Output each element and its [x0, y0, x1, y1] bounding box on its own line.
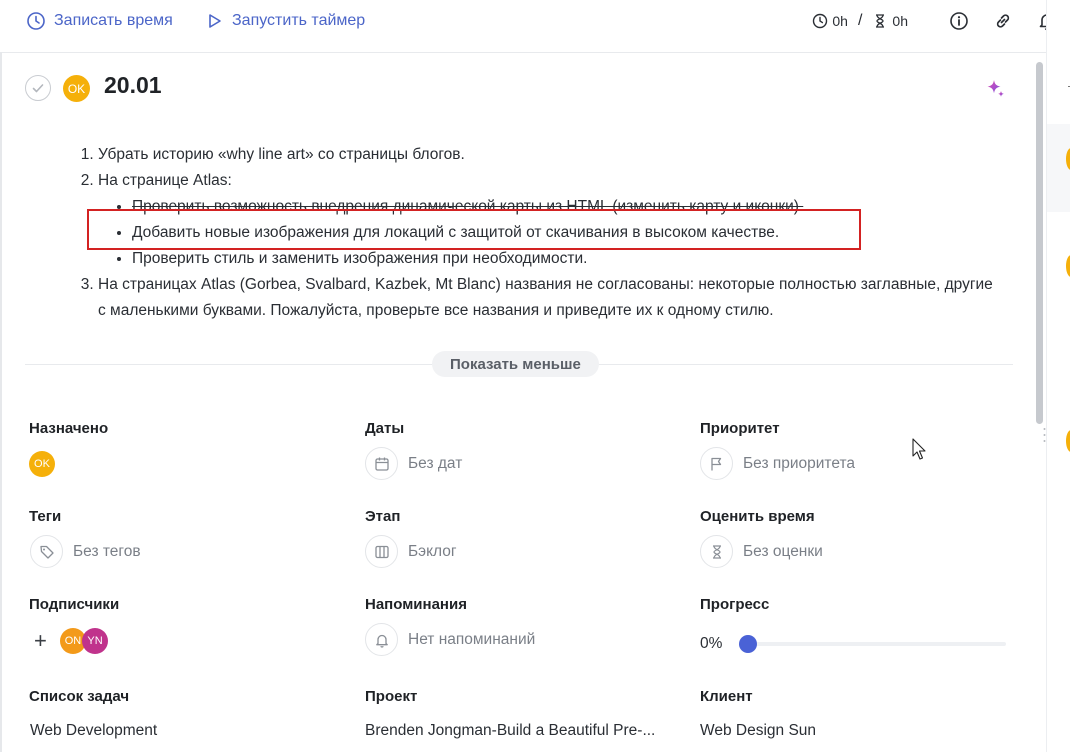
play-icon [209, 14, 221, 28]
left-rail [0, 52, 2, 752]
hourglass-icon [876, 14, 885, 28]
time-tracked: 0h [812, 13, 848, 29]
link-icon [996, 14, 1010, 28]
reminders-value: Нет напоминаний [408, 630, 536, 648]
dates-field[interactable]: Без дат [365, 447, 462, 480]
log-time-button[interactable]: Записать время [26, 0, 173, 42]
tag-icon [30, 535, 63, 568]
annotation-highlight-box [87, 209, 861, 250]
assignee-avatar[interactable]: OK [63, 75, 90, 102]
project-label: Проект [365, 688, 418, 705]
priority-value: Без приоритета [743, 454, 856, 472]
description-item: На страницах Atlas (Gorbea, Svalbard, Ka… [98, 272, 1000, 324]
complete-task-button[interactable] [25, 75, 51, 101]
side-panel-avatar[interactable] [1066, 255, 1070, 277]
subscribers-label: Подписчики [29, 596, 120, 613]
priority-label: Приоритет [700, 420, 780, 437]
ai-sparkle-icon[interactable] [983, 77, 1007, 101]
calendar-icon [365, 447, 398, 480]
assigned-label: Назначено [29, 420, 109, 437]
tags-value: Без тегов [73, 542, 141, 560]
reminders-label: Напоминания [365, 596, 467, 613]
top-toolbar: Записать время Запустить таймер 0h / 0h [0, 0, 1070, 42]
toolbar-right: 0h / 0h [812, 0, 1070, 42]
estimate-label: Оценить время [700, 508, 815, 525]
task-list-value[interactable]: Web Development [30, 722, 157, 740]
show-less-button[interactable]: Показать меньше [432, 351, 599, 377]
subscriber-avatar[interactable]: YN [82, 628, 108, 654]
clock-icon [27, 12, 45, 30]
toolbar-divider [0, 52, 1046, 53]
time-estimated-value: 0h [892, 13, 908, 29]
task-title[interactable]: 20.01 [104, 72, 162, 99]
add-subscriber-button[interactable]: + [34, 628, 47, 654]
stage-value: Бэклог [408, 542, 457, 560]
bell-icon [365, 623, 398, 656]
tags-label: Теги [29, 508, 62, 525]
copy-link-button[interactable] [992, 10, 1014, 32]
tags-field[interactable]: Без тегов [30, 535, 141, 568]
client-label: Клиент [700, 688, 753, 705]
task-list-label: Список задач [29, 688, 130, 705]
project-value[interactable]: Brenden Jongman-Build a Beautiful Pre-..… [365, 722, 655, 740]
progress-value: 0% [700, 635, 723, 652]
scrollbar-thumb[interactable] [1036, 62, 1043, 424]
time-tracked-value: 0h [832, 13, 848, 29]
time-separator: / [857, 12, 863, 29]
start-timer-label: Запустить таймер [232, 12, 366, 29]
estimate-field[interactable]: Без оценки [700, 535, 823, 568]
start-timer-button[interactable]: Запустить таймер [204, 0, 365, 42]
info-icon [950, 12, 968, 30]
checkmark-icon [32, 84, 44, 93]
side-panel-avatar[interactable] [1066, 148, 1070, 170]
estimate-value: Без оценки [743, 542, 823, 560]
dates-value: Без дат [408, 454, 463, 472]
side-panel-avatar[interactable] [1066, 430, 1070, 452]
progress-slider-handle[interactable] [739, 635, 757, 653]
time-estimated: 0h [872, 13, 908, 29]
description-item: Убрать историю «why line art» со страниц… [98, 142, 1000, 168]
info-button[interactable] [948, 10, 970, 32]
progress-slider-track[interactable] [748, 642, 1006, 646]
columns-icon [365, 535, 398, 568]
mouse-cursor-icon [912, 438, 926, 460]
flag-icon [700, 447, 733, 480]
activity-side-panel [1046, 0, 1070, 752]
hourglass-icon [700, 535, 733, 568]
stage-field[interactable]: Бэклог [365, 535, 457, 568]
clock-icon [813, 13, 828, 29]
progress-label: Прогресс [700, 596, 770, 613]
reminders-field[interactable]: Нет напоминаний [365, 623, 535, 656]
log-time-label: Записать время [54, 12, 173, 29]
priority-field[interactable]: Без приоритета [700, 447, 855, 480]
description-item-text: На странице Atlas: [98, 172, 232, 189]
assigned-avatar[interactable]: OK [29, 451, 55, 477]
client-value[interactable]: Web Design Sun [700, 722, 816, 740]
stage-label: Этап [365, 508, 401, 525]
side-panel-item[interactable] [1047, 124, 1070, 212]
dates-label: Даты [365, 420, 405, 437]
